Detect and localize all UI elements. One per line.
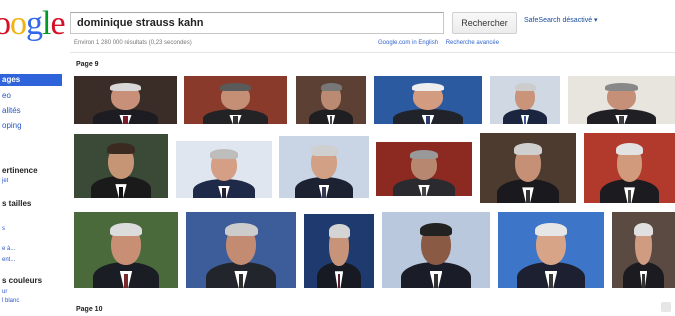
- thumbnail-tie: [523, 116, 527, 124]
- advanced-search-link[interactable]: Recherche avancée: [446, 40, 499, 46]
- page-label-9: Page 9: [76, 61, 99, 68]
- sidebar-size-larger[interactable]: e à...: [2, 246, 15, 252]
- sidebar-filter-subject[interactable]: jet: [2, 178, 8, 184]
- thumbnail-tie: [123, 273, 129, 288]
- thumbnail-hair: [110, 82, 141, 92]
- thumbnail-hair: [411, 82, 445, 92]
- thumbnail-hair: [514, 82, 536, 92]
- thumbnail-tie: [123, 116, 128, 124]
- sidebar-item-news[interactable]: alités: [2, 106, 21, 115]
- sidebar-color-bw[interactable]: l blanc: [2, 298, 19, 304]
- google-logo[interactable]: oogle: [0, 6, 66, 42]
- image-thumbnail[interactable]: [296, 76, 366, 124]
- thumbnail-hair: [106, 142, 136, 155]
- thumbnail-tie: [322, 187, 326, 198]
- image-thumbnail[interactable]: [186, 212, 296, 288]
- thumbnail-hair: [220, 82, 251, 92]
- image-thumbnail[interactable]: [304, 214, 374, 288]
- search-button[interactable]: Rechercher: [452, 12, 517, 34]
- thumbnail-hair: [310, 144, 338, 156]
- sidebar-size-exact[interactable]: ent...: [2, 257, 15, 263]
- thumbnail-tie: [238, 273, 244, 288]
- image-thumbnail[interactable]: [74, 212, 178, 288]
- result-stats: Environ 1 280 000 résultats (0,23 second…: [74, 40, 192, 46]
- sidebar-color-full[interactable]: ur: [2, 289, 7, 295]
- safesearch-toggle[interactable]: SafeSearch désactivé ▾: [524, 16, 598, 24]
- thumbnail-hair: [224, 222, 258, 237]
- image-thumbnail[interactable]: [176, 141, 272, 198]
- thumbnail-hair: [320, 82, 342, 92]
- thumbnail-tie: [548, 273, 554, 288]
- thumbnail-tie: [642, 273, 645, 288]
- scroll-indicator[interactable]: [661, 302, 671, 312]
- thumbnail-hair: [634, 222, 653, 237]
- thumbnail-hair: [419, 222, 453, 237]
- image-thumbnail[interactable]: [490, 76, 560, 124]
- sidebar-filter-relevance[interactable]: ertinence: [2, 166, 38, 175]
- logo-text: oogle: [0, 6, 66, 42]
- sidebar-item-images[interactable]: ages: [0, 74, 62, 86]
- thumbnail-tie: [233, 116, 238, 124]
- thumbnail-hair: [209, 148, 239, 160]
- thumbnail-hair: [110, 222, 142, 237]
- thumbnail-hair: [535, 222, 567, 237]
- sidebar-item-videos[interactable]: eo: [2, 91, 11, 100]
- thumbnail-hair: [328, 224, 350, 238]
- thumbnail-hair: [409, 149, 439, 160]
- sidebar-filter-all-sizes[interactable]: s tailles: [2, 199, 31, 208]
- header-divider: [70, 52, 675, 53]
- sidebar-item-shopping[interactable]: oping: [2, 121, 22, 130]
- sidebar-size-option[interactable]: s: [2, 226, 5, 232]
- search-input[interactable]: [70, 12, 444, 34]
- image-thumbnail[interactable]: [374, 76, 482, 124]
- image-thumbnail[interactable]: [568, 76, 675, 124]
- thumbnail-tie: [222, 188, 226, 198]
- image-thumbnail[interactable]: [279, 136, 369, 198]
- thumbnail-tie: [337, 274, 341, 288]
- image-thumbnail[interactable]: [74, 134, 168, 198]
- image-thumbnail[interactable]: [184, 76, 287, 124]
- thumbnail-tie: [627, 190, 632, 203]
- image-thumbnail[interactable]: [74, 76, 177, 124]
- thumbnail-tie: [329, 116, 333, 124]
- sidebar-filter-all-colors[interactable]: s couleurs: [2, 276, 42, 285]
- image-thumbnail[interactable]: [382, 212, 490, 288]
- thumbnail-tie: [619, 116, 624, 124]
- thumbnail-tie: [119, 186, 123, 198]
- thumbnail-tie: [526, 190, 530, 203]
- image-thumbnail[interactable]: [376, 142, 472, 196]
- thumbnail-hair: [513, 142, 543, 156]
- image-thumbnail[interactable]: [498, 212, 604, 288]
- image-thumbnail[interactable]: [584, 133, 675, 203]
- thumbnail-hair: [605, 82, 638, 92]
- image-thumbnail[interactable]: [612, 212, 675, 288]
- english-link[interactable]: Google.com in English: [378, 40, 438, 46]
- thumbnail-tie: [425, 116, 431, 124]
- thumbnail-tie: [433, 273, 439, 288]
- thumbnail-tie: [422, 187, 426, 196]
- image-thumbnail[interactable]: [480, 133, 576, 203]
- thumbnail-hair: [615, 142, 644, 156]
- page-label-10: Page 10: [76, 306, 103, 313]
- header-links: Google.com in English Recherche avancée: [378, 40, 505, 46]
